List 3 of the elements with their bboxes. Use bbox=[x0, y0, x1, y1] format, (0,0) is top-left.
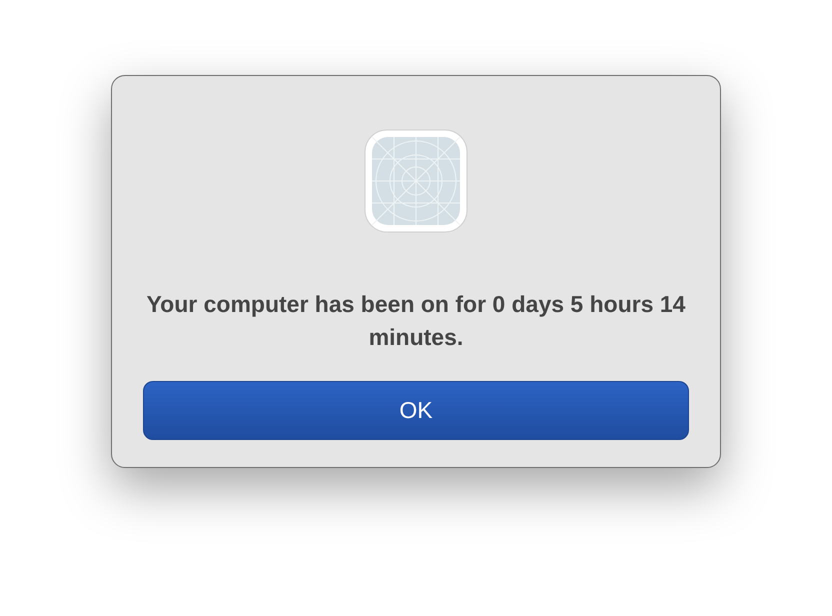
alert-message: Your computer has been on for 0 days 5 hours 14 minutes. bbox=[146, 290, 686, 352]
ok-button[interactable]: OK bbox=[143, 381, 689, 440]
app-placeholder-icon bbox=[364, 129, 468, 233]
